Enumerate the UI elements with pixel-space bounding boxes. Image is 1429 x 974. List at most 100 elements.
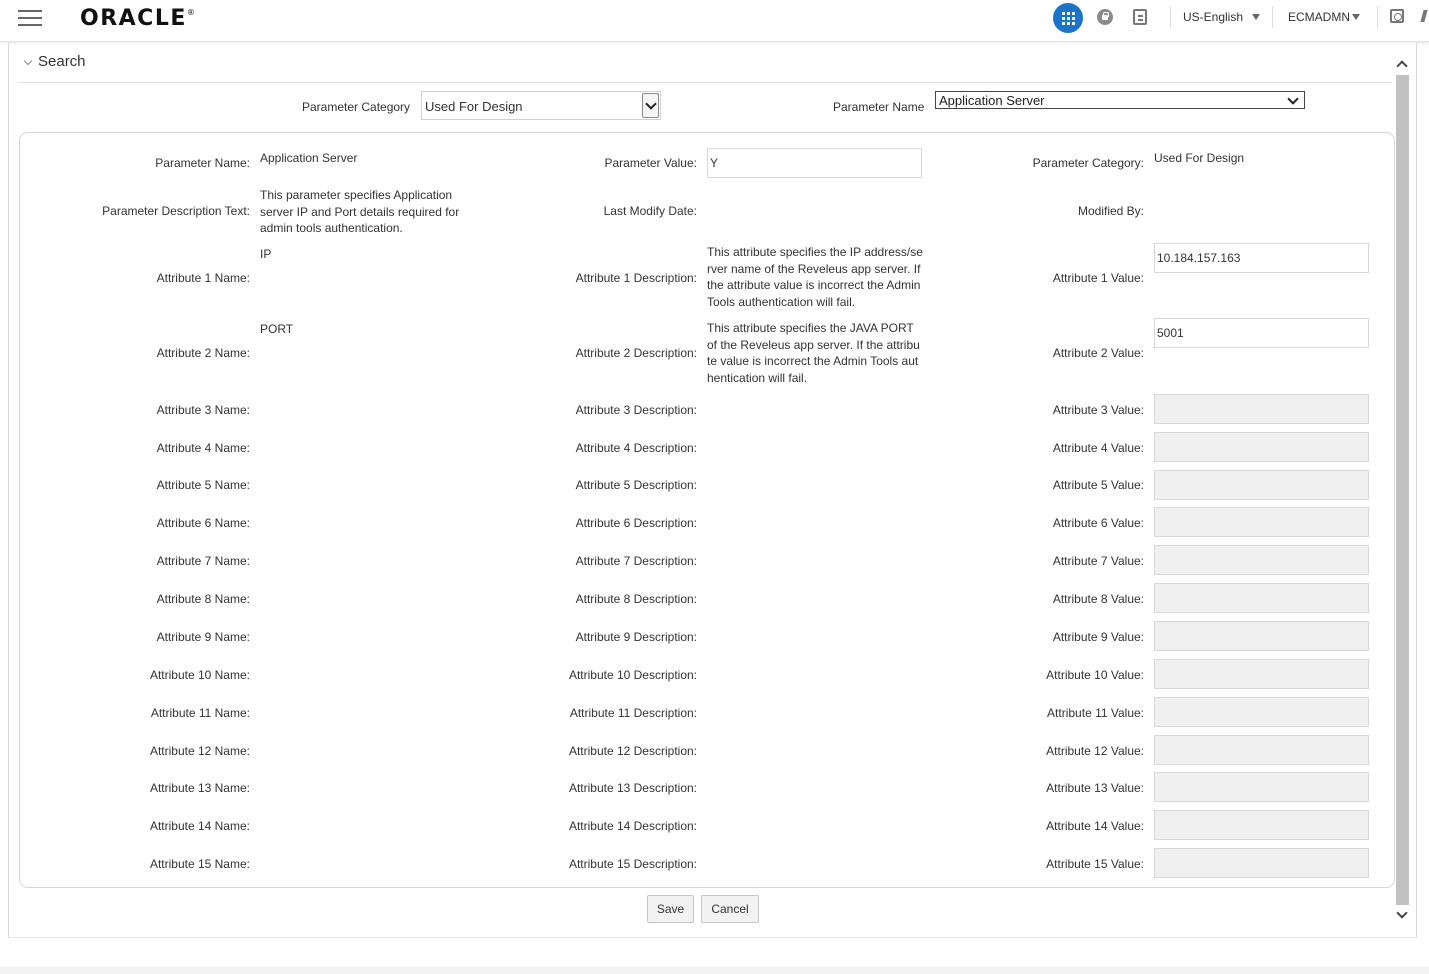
attribute-13-value-input[interactable] (1154, 772, 1369, 802)
scroll-up-icon[interactable] (1395, 55, 1410, 73)
attribute-9-value-input[interactable] (1154, 621, 1369, 651)
parameter-category-value: Used For Design (1154, 151, 1245, 165)
parameter-name-value: Application Server (260, 151, 358, 165)
parameter-name-field-label: Parameter Name: (155, 156, 250, 170)
attribute-3-name-label: Attribute 3 Name: (156, 403, 250, 417)
search-section-toggle[interactable]: Search (18, 50, 1392, 83)
attribute-6-name-label: Attribute 6 Name: (156, 516, 250, 530)
attribute-5-value-input[interactable] (1154, 470, 1369, 500)
bottom-strip (0, 967, 1429, 974)
attribute-10-value-input[interactable] (1154, 659, 1369, 689)
parameter-category-selected: Used For Design (425, 99, 523, 114)
attribute-4-description-label: Attribute 4 Description: (575, 441, 697, 455)
attribute-12-value-label: Attribute 12 Value: (1046, 744, 1144, 758)
attribute-12-value-input[interactable] (1154, 735, 1369, 765)
header-divider (1377, 6, 1378, 28)
attribute-11-value-input[interactable] (1154, 697, 1369, 727)
modified-by-label: Modified By: (1077, 204, 1144, 218)
attribute-7-value-input[interactable] (1154, 545, 1369, 575)
attribute-10-description-label: Attribute 10 Description: (568, 668, 697, 682)
parameter-value-input[interactable]: Y (707, 148, 922, 178)
attribute-10-name-label: Attribute 10 Name: (149, 668, 250, 682)
attribute-6-value-label: Attribute 6 Value: (1052, 516, 1144, 530)
parameter-category-select[interactable]: Used For Design (421, 91, 661, 120)
search-title: Search (38, 53, 86, 70)
attribute-11-value-label: Attribute 11 Value: (1047, 706, 1144, 720)
book-icon[interactable] (1133, 9, 1147, 25)
attribute-15-description-label: Attribute 15 Description: (568, 857, 697, 871)
vertical-scrollbar[interactable] (1395, 55, 1410, 930)
screenshot-icon[interactable] (1390, 9, 1404, 23)
lock-icon[interactable] (1097, 9, 1113, 25)
attribute-14-value-label: Attribute 14 Value: (1046, 819, 1144, 833)
oracle-logo: ORACLE® (80, 6, 197, 31)
parameter-name-selected: Application Server (939, 93, 1045, 108)
attribute-9-description-label: Attribute 9 Description: (575, 630, 697, 644)
attribute-2-description-value: This attribute specifies the JAVA PORT o… (707, 321, 920, 385)
attribute-6-value-input[interactable] (1154, 507, 1369, 537)
user-menu[interactable]: ECMADMN (1288, 10, 1350, 24)
attribute-7-name-label: Attribute 7 Name: (156, 554, 250, 568)
parameter-value-field-label: Parameter Value: (604, 156, 698, 170)
attribute-1-name-label: Attribute 1 Name: (156, 271, 250, 285)
attribute-12-name-label: Attribute 12 Name: (149, 744, 250, 758)
header-divider (1170, 6, 1171, 28)
attribute-9-value-label: Attribute 9 Value: (1052, 630, 1144, 644)
last-modify-date-label: Last Modify Date: (603, 204, 697, 218)
attribute-8-value-input[interactable] (1154, 583, 1369, 613)
attribute-11-description-label: Attribute 11 Description: (569, 706, 697, 720)
attribute-2-value-label: Attribute 2 Value: (1052, 346, 1144, 360)
attribute-7-description-label: Attribute 7 Description: (575, 554, 697, 568)
language-selector[interactable]: US-English (1183, 10, 1243, 24)
save-button[interactable]: Save (647, 895, 694, 923)
scroll-down-icon[interactable] (1395, 907, 1410, 925)
attribute-9-name-label: Attribute 9 Name: (156, 630, 250, 644)
scroll-thumb[interactable] (1396, 75, 1409, 905)
attribute-1-description-label: Attribute 1 Description: (575, 271, 697, 285)
attribute-3-description-label: Attribute 3 Description: (575, 403, 697, 417)
attribute-5-value-label: Attribute 5 Value: (1052, 478, 1144, 492)
language-caret-icon[interactable] (1252, 14, 1260, 20)
attribute-12-description-label: Attribute 12 Description: (568, 744, 697, 758)
cancel-button[interactable]: Cancel (701, 895, 759, 923)
attribute-10-value-label: Attribute 10 Value: (1046, 668, 1144, 682)
chevron-down-icon (1285, 92, 1301, 108)
attribute-8-value-label: Attribute 8 Value: (1052, 592, 1144, 606)
chevron-down-icon (23, 56, 33, 66)
user-caret-icon[interactable] (1352, 14, 1360, 20)
attribute-13-name-label: Attribute 13 Name: (149, 781, 250, 795)
attribute-3-value-input[interactable] (1154, 394, 1369, 424)
attribute-13-value-label: Attribute 13 Value: (1046, 781, 1144, 795)
attribute-2-name-label: Attribute 2 Name: (156, 346, 250, 360)
attribute-6-description-label: Attribute 6 Description: (575, 516, 697, 530)
attribute-14-name-label: Attribute 14 Name: (149, 819, 250, 833)
header-divider (1272, 6, 1273, 28)
chevron-down-icon (642, 93, 659, 118)
attribute-7-value-label: Attribute 7 Value: (1052, 554, 1144, 568)
attribute-13-description-label: Attribute 13 Description: (568, 781, 697, 795)
attribute-4-name-label: Attribute 4 Name: (156, 441, 250, 455)
attribute-3-value-label: Attribute 3 Value: (1052, 403, 1144, 417)
top-bar: ORACLE® US-English ECMADMN (0, 0, 1429, 42)
attribute-2-value-input[interactable]: 5001 (1154, 318, 1369, 348)
parameter-name-select[interactable]: Application Server (935, 91, 1305, 109)
attribute-15-value-input[interactable] (1154, 848, 1369, 878)
user-icon[interactable] (1419, 10, 1429, 24)
attribute-4-value-input[interactable] (1154, 432, 1369, 462)
attribute-4-value-label: Attribute 4 Value: (1052, 441, 1144, 455)
attribute-8-description-label: Attribute 8 Description: (575, 592, 697, 606)
attribute-14-description-label: Attribute 14 Description: (568, 819, 697, 833)
attribute-1-description-value: This attribute specifies the IP address/… (707, 245, 923, 309)
parameter-name-label: Parameter Name (833, 100, 925, 114)
attribute-5-name-label: Attribute 5 Name: (156, 478, 250, 492)
attribute-14-value-input[interactable] (1154, 810, 1369, 840)
parameter-category-label: Parameter Category (302, 100, 411, 114)
apps-grid-icon[interactable] (1053, 3, 1083, 33)
attribute-2-description-label: Attribute 2 Description: (575, 346, 697, 360)
attribute-1-value-input[interactable]: 10.184.157.163 (1154, 243, 1369, 273)
hamburger-menu-icon[interactable] (18, 10, 42, 28)
attribute-11-name-label: Attribute 11 Name: (150, 706, 250, 720)
attribute-15-name-label: Attribute 15 Name: (149, 857, 250, 871)
attribute-8-name-label: Attribute 8 Name: (156, 592, 250, 606)
parameter-description-label: Parameter Description Text: (102, 204, 250, 218)
